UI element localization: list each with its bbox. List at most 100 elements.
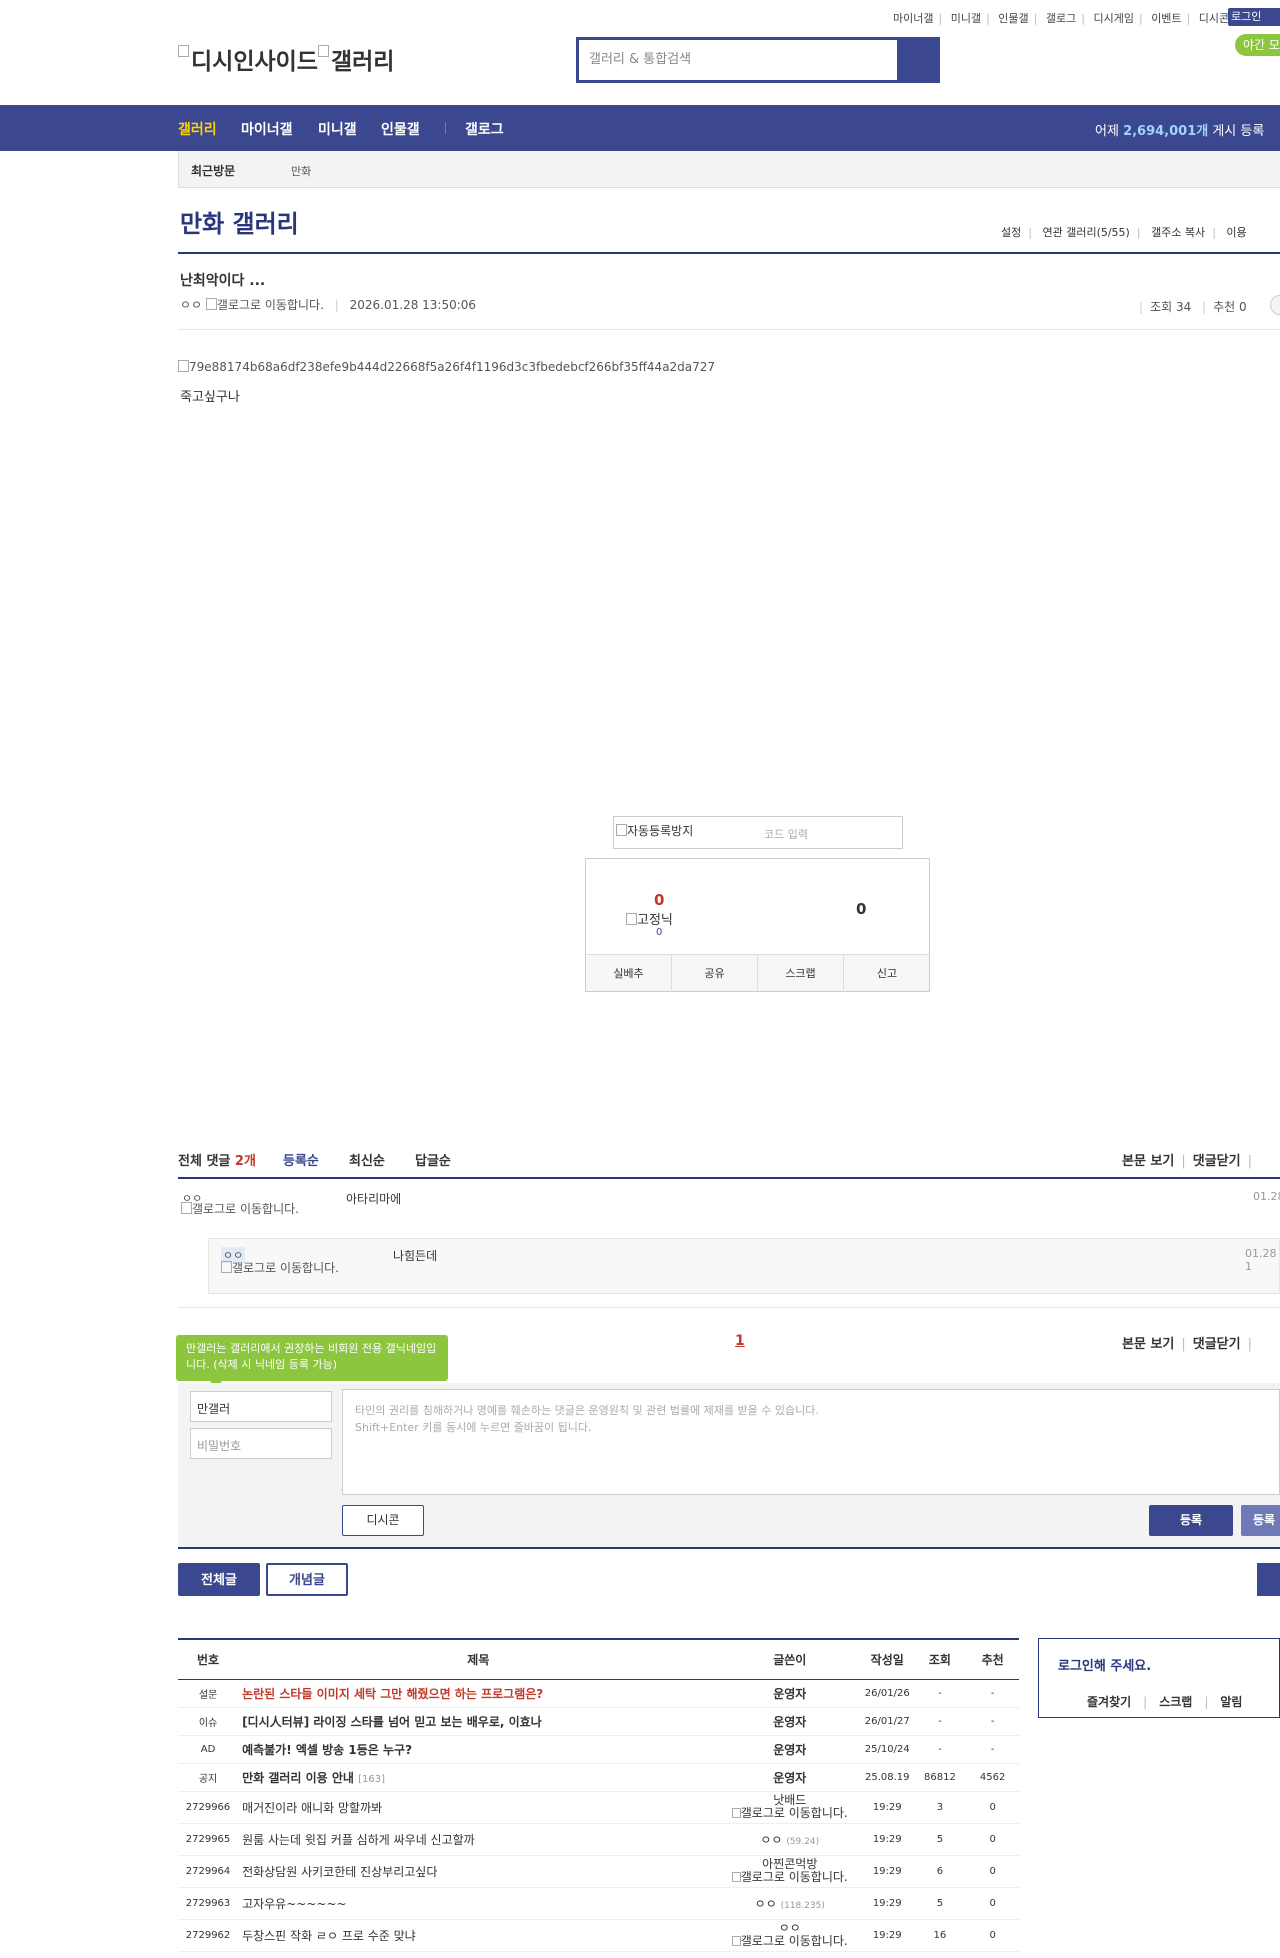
gallery-menu-usage[interactable]: 이용 (1226, 226, 1246, 239)
sort-replies[interactable]: 답글순 (415, 1150, 451, 1169)
login-box-title[interactable]: 로그인해 주세요. (1058, 1655, 1151, 1674)
share-button[interactable]: 공유 (672, 955, 758, 992)
top-link-person[interactable]: 인물갤 (998, 12, 1028, 25)
row-subject[interactable]: 원룸 사는데 윗집 커플 심하게 싸우네 신고할까 (238, 1823, 719, 1856)
reply-item: ㅇㅇ 갤로그로 이동합니다. 나힘든데 01.28 1 (208, 1238, 1280, 1294)
sort-latest[interactable]: 최신순 (349, 1150, 385, 1169)
password-field[interactable]: 비밀번호 (190, 1428, 332, 1459)
divider (178, 1307, 1280, 1308)
submit-button[interactable]: 등록 (1149, 1505, 1233, 1536)
top-link-dccon[interactable]: 디시콘 (1199, 12, 1229, 25)
report-button[interactable]: 신고 (844, 955, 930, 992)
name-field[interactable]: 만갤러 (190, 1391, 332, 1422)
site-logo[interactable]: 디시인사이드 갤러리 (178, 42, 394, 76)
comment-page-1[interactable]: 1 (735, 1333, 745, 1349)
row-num: 공지 (178, 1763, 239, 1792)
comment-text: 아타리마에 (346, 1192, 402, 1206)
main-nav: 갤러리 마이너갤 미니갤 인물갤 갤로그 어제 2,694,001개 게시 등록 (0, 105, 1280, 151)
comment-gallog[interactable]: 갤로그로 이동합니다. (221, 1261, 351, 1274)
gallery-menu-related[interactable]: 연관 갤러리(5/55) (1042, 226, 1129, 239)
login-box: 로그인해 주세요. 즐겨찾기 | 스크랩 | 알림 (1038, 1638, 1280, 1718)
row-subject[interactable]: 매거진이라 애니화 망할까봐 (238, 1791, 719, 1824)
search-box: 갤러리 & 통합검색 (576, 37, 940, 83)
top-link-mini[interactable]: 미니갤 (951, 12, 981, 25)
submit-recommend-button[interactable]: 등록 (1241, 1505, 1280, 1536)
table-row: 2729965 원룸 사는데 윗집 커플 심하게 싸우네 신고할까 ㅇㅇ (59… (178, 1823, 1019, 1856)
nav-person[interactable]: 인물갤 (381, 119, 420, 139)
gallery-menu-copy-url[interactable]: 갤주소 복사 (1151, 226, 1205, 239)
row-subject[interactable]: 논란된 스타들 이미지 세탁 그만 해줬으면 하는 프로그램은? (238, 1679, 719, 1708)
upvote-button[interactable]: 고정닉 (626, 909, 673, 928)
tab-all-posts[interactable]: 전체글 (178, 1563, 260, 1596)
search-input[interactable]: 갤러리 & 통합검색 (579, 40, 897, 80)
row-recommend: - (966, 1735, 1019, 1764)
logo-text-gallery: 갤러리 (330, 49, 395, 75)
row-subject[interactable]: 만화 갤러리 이용 안내 [163] (238, 1763, 719, 1792)
comment-item: ㅇㅇ 갤로그로 이동합니다. 아타리마에 01.28 (178, 1178, 1280, 1238)
row-writer[interactable]: ㅇㅇ (59.24) (718, 1823, 861, 1856)
scrap-button[interactable]: 스크랩 (758, 955, 844, 992)
header-recommend: 추천 (966, 1638, 1019, 1680)
table-row: 설문 논란된 스타들 이미지 세탁 그만 해줬으면 하는 프로그램은? 운영자 … (178, 1679, 1019, 1708)
top-link-event[interactable]: 이벤트 (1151, 12, 1181, 25)
favorites-link[interactable]: 즐겨찾기 (1087, 1695, 1131, 1709)
row-writer[interactable]: 아찐콘먹방 갤로그로 이동합니다. (718, 1855, 861, 1888)
gallery-menu-settings[interactable]: 설정 (1001, 226, 1021, 239)
sort-registered[interactable]: 등록순 (283, 1150, 319, 1169)
tab-best-posts[interactable]: 개념글 (266, 1563, 348, 1596)
top-link-dcgame[interactable]: 디시게임 (1093, 12, 1133, 25)
logo-text-dcinside: 디시인사이드 (191, 49, 318, 75)
comment-textarea[interactable]: 타인의 권리를 침해하거나 명예를 훼손하는 댓글은 운영원칙 및 관련 법률에… (342, 1389, 1280, 1495)
reply-count: [163] (358, 1773, 386, 1785)
comment-gallog[interactable]: 갤로그로 이동합니다. (181, 1202, 311, 1215)
comment-footer-links: 본문 보기 | 댓글닫기 | (1122, 1337, 1252, 1352)
top-link-gallog[interactable]: 갤로그 (1046, 12, 1076, 25)
row-subject[interactable]: 전화상담원 사키코한테 진상부리고싶다 (238, 1855, 719, 1888)
nav-divider (445, 122, 446, 134)
gallog-icon[interactable] (205, 298, 217, 310)
dccon-button[interactable]: 디시콘 (342, 1505, 424, 1536)
row-views: - (913, 1707, 967, 1736)
search-icon (906, 49, 926, 69)
top-link-minor[interactable]: 마이너갤 (893, 12, 933, 25)
view-body-link[interactable]: 본문 보기 (1122, 1337, 1174, 1352)
best-recommend-button[interactable]: 실베추 (586, 955, 672, 992)
row-writer[interactable]: 운영자 (718, 1763, 861, 1792)
scrap-link[interactable]: 스크랩 (1159, 1695, 1192, 1709)
row-writer[interactable]: 운영자 (718, 1679, 861, 1708)
more-button[interactable] (1270, 295, 1280, 315)
header-subject: 제목 (238, 1638, 719, 1680)
row-writer[interactable]: ㅇㅇ (118.235) (718, 1887, 861, 1920)
view-body-link[interactable]: 본문 보기 (1122, 1154, 1174, 1169)
post-writer[interactable]: ㅇㅇ (180, 298, 202, 312)
row-subject[interactable]: [디시人터뷰] 라이징 스타를 넘어 믿고 보는 배우로, 이효나 (238, 1707, 719, 1736)
night-mode-button[interactable]: 야간 모 (1235, 34, 1280, 56)
login-button[interactable]: 로그인 (1228, 8, 1280, 26)
vote-box: 0 고정닉 0 0 실베추 공유 스크랩 신고 (585, 858, 930, 992)
nav-mini[interactable]: 미니갤 (318, 119, 357, 139)
close-comments-link[interactable]: 댓글닫기 (1193, 1154, 1241, 1169)
row-num: 이슈 (178, 1707, 239, 1736)
header-writer: 글쓴이 (718, 1638, 861, 1680)
gallery-title[interactable]: 만화 갤러리 (180, 204, 299, 239)
downvote-count[interactable]: 0 (856, 900, 866, 918)
write-post-button[interactable] (1257, 1563, 1280, 1596)
row-views: 5 (913, 1823, 967, 1856)
row-subject[interactable]: 고자우유~~~~~~ (238, 1887, 719, 1920)
row-writer[interactable]: ㅇㅇ 갤로그로 이동합니다. (718, 1919, 861, 1952)
row-subject[interactable]: 예측불가! 엑셀 방송 1등은 누구? (238, 1735, 719, 1764)
captcha-input[interactable]: 코드 입력 (764, 826, 808, 842)
row-writer[interactable]: 운영자 (718, 1735, 861, 1764)
search-button[interactable] (897, 40, 937, 80)
header-views: 조회 (913, 1638, 967, 1680)
close-comments-link[interactable]: 댓글닫기 (1193, 1337, 1241, 1352)
row-subject[interactable]: 두창스핀 작화 ㄹㅇ 프로 수준 맞냐 (238, 1919, 719, 1952)
recent-visit-item[interactable]: 만화 (291, 163, 311, 179)
row-writer[interactable]: 운영자 (718, 1707, 861, 1736)
nav-gallery[interactable]: 갤러리 (178, 119, 217, 139)
divider (178, 252, 1280, 254)
row-writer[interactable]: 낫배드 갤로그로 이동합니다. (718, 1791, 861, 1824)
nav-gallog[interactable]: 갤로그 (465, 119, 504, 139)
notifications-link[interactable]: 알림 (1220, 1695, 1242, 1709)
nav-minor[interactable]: 마이너갤 (241, 119, 293, 139)
